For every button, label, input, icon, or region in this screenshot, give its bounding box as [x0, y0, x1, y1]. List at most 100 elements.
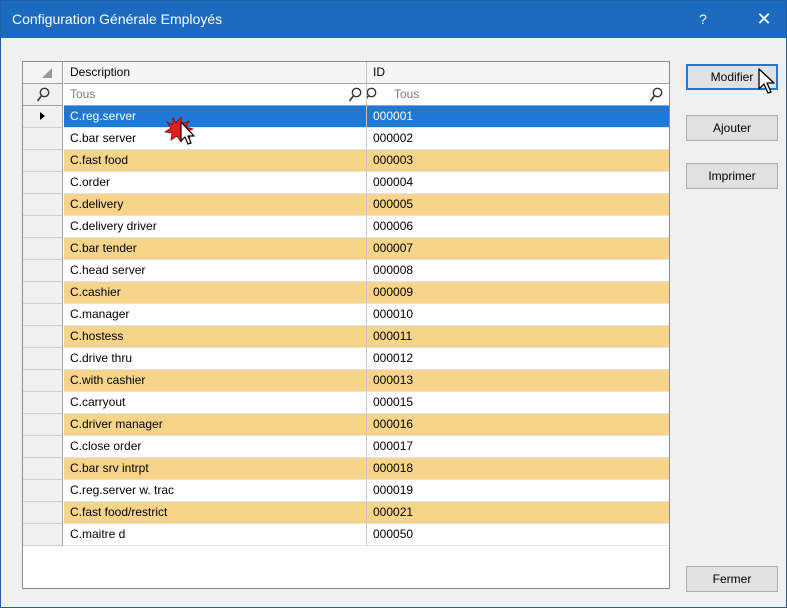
table-row[interactable]: C.delivery 000005 [23, 194, 669, 216]
row-indicator[interactable] [23, 370, 63, 392]
cell-description[interactable]: C.with cashier [64, 370, 367, 392]
cell-description[interactable]: C.bar tender [64, 238, 367, 260]
table-row[interactable]: C.head server 000008 [23, 260, 669, 282]
table-row[interactable]: C.bar tender 000007 [23, 238, 669, 260]
fermer-button[interactable]: Fermer [686, 566, 778, 592]
id-filter-left-search-icon [367, 87, 377, 100]
column-header-id[interactable]: ID [367, 62, 669, 84]
description-filter-search-icon[interactable] [348, 87, 362, 103]
cell-id[interactable]: 000018 [367, 458, 669, 480]
table-row[interactable]: C.fast food 000003 [23, 150, 669, 172]
row-indicator[interactable] [23, 348, 63, 370]
table-row[interactable]: C.fast food/restrict 000021 [23, 502, 669, 524]
row-indicator[interactable] [23, 194, 63, 216]
cell-id[interactable]: 000009 [367, 282, 669, 304]
cell-description[interactable]: C.hostess [64, 326, 367, 348]
id-filter-input[interactable]: Tous [367, 84, 669, 106]
table-row[interactable]: C.driver manager 000016 [23, 414, 669, 436]
cell-description[interactable]: C.reg.server [64, 106, 367, 128]
description-filter-value: Tous [70, 87, 96, 101]
filter-row-indicator [23, 84, 63, 106]
cell-id[interactable]: 000016 [367, 414, 669, 436]
cell-id[interactable]: 000019 [367, 480, 669, 502]
row-indicator[interactable] [23, 128, 63, 150]
table-row[interactable]: C.bar srv intrpt 000018 [23, 458, 669, 480]
table-row[interactable]: C.close order 000017 [23, 436, 669, 458]
cell-description[interactable]: C.head server [64, 260, 367, 282]
row-indicator[interactable] [23, 260, 63, 282]
cell-id[interactable]: 000050 [367, 524, 669, 546]
row-indicator[interactable] [23, 238, 63, 260]
row-indicator[interactable] [23, 216, 63, 238]
table-row[interactable]: C.drive thru 000012 [23, 348, 669, 370]
cell-id[interactable]: 000003 [367, 150, 669, 172]
cell-id[interactable]: 000017 [367, 436, 669, 458]
close-button[interactable]: ✕ [749, 5, 779, 33]
row-indicator[interactable] [23, 524, 63, 546]
row-indicator[interactable] [23, 392, 63, 414]
id-filter-search-icon[interactable] [649, 87, 663, 103]
row-indicator[interactable] [23, 304, 63, 326]
cell-description[interactable]: C.delivery [64, 194, 367, 216]
row-indicator[interactable] [23, 414, 63, 436]
help-button[interactable]: ? [691, 7, 715, 31]
cell-description[interactable]: C.delivery driver [64, 216, 367, 238]
table-row[interactable]: C.order 000004 [23, 172, 669, 194]
row-indicator[interactable] [23, 282, 63, 304]
cell-id[interactable]: 000021 [367, 502, 669, 524]
row-indicator[interactable] [23, 436, 63, 458]
row-indicator[interactable] [23, 172, 63, 194]
cell-description[interactable]: C.drive thru [64, 348, 367, 370]
cell-id[interactable]: 000005 [367, 194, 669, 216]
row-indicator[interactable] [23, 150, 63, 172]
cell-id[interactable]: 000007 [367, 238, 669, 260]
row-indicator[interactable] [23, 502, 63, 524]
cell-id[interactable]: 000006 [367, 216, 669, 238]
id-filter-value: Tous [394, 87, 420, 101]
imprimer-button[interactable]: Imprimer [686, 163, 778, 189]
select-all-corner[interactable] [23, 62, 63, 84]
row-indicator[interactable] [23, 480, 63, 502]
cell-description[interactable]: C.manager [64, 304, 367, 326]
table-row[interactable]: C.hostess 000011 [23, 326, 669, 348]
cell-description[interactable]: C.bar server [64, 128, 367, 150]
table-row[interactable]: C.with cashier 000013 [23, 370, 669, 392]
table-row[interactable]: C.reg.server 000001 [23, 106, 669, 128]
cell-description[interactable]: C.cashier [64, 282, 367, 304]
row-indicator[interactable] [23, 326, 63, 348]
table-row[interactable]: C.delivery driver 000006 [23, 216, 669, 238]
cell-description[interactable]: C.bar srv intrpt [64, 458, 367, 480]
table-row[interactable]: C.bar server 000002 [23, 128, 669, 150]
cell-id[interactable]: 000008 [367, 260, 669, 282]
cell-id[interactable]: 000002 [367, 128, 669, 150]
cell-description[interactable]: C.fast food [64, 150, 367, 172]
ajouter-button[interactable]: Ajouter [686, 115, 778, 141]
employee-config-grid[interactable]: Description ID Tous Tous C.reg.server 00… [22, 61, 670, 589]
cell-description[interactable]: C.order [64, 172, 367, 194]
cell-description[interactable]: C.maitre d [64, 524, 367, 546]
table-row[interactable]: C.maitre d 000050 [23, 524, 669, 546]
window-title: Configuration Générale Employés [12, 11, 223, 27]
row-indicator[interactable] [23, 106, 63, 128]
cell-id[interactable]: 000015 [367, 392, 669, 414]
click-burst-cursor-icon [163, 116, 195, 145]
column-header-description[interactable]: Description [64, 62, 367, 84]
table-row[interactable]: C.cashier 000009 [23, 282, 669, 304]
cell-id[interactable]: 000010 [367, 304, 669, 326]
cell-id[interactable]: 000001 [367, 106, 669, 128]
cell-id[interactable]: 000004 [367, 172, 669, 194]
row-indicator[interactable] [23, 458, 63, 480]
table-row[interactable]: C.manager 000010 [23, 304, 669, 326]
cell-id[interactable]: 000013 [367, 370, 669, 392]
cell-description[interactable]: C.reg.server w. trac [64, 480, 367, 502]
cell-description[interactable]: C.carryout [64, 392, 367, 414]
cell-id[interactable]: 000012 [367, 348, 669, 370]
grid-header-row: Description ID [23, 62, 669, 84]
table-row[interactable]: C.reg.server w. trac 000019 [23, 480, 669, 502]
cell-description[interactable]: C.fast food/restrict [64, 502, 367, 524]
cell-id[interactable]: 000011 [367, 326, 669, 348]
table-row[interactable]: C.carryout 000015 [23, 392, 669, 414]
cell-description[interactable]: C.close order [64, 436, 367, 458]
cell-description[interactable]: C.driver manager [64, 414, 367, 436]
description-filter-input[interactable]: Tous [64, 84, 367, 106]
